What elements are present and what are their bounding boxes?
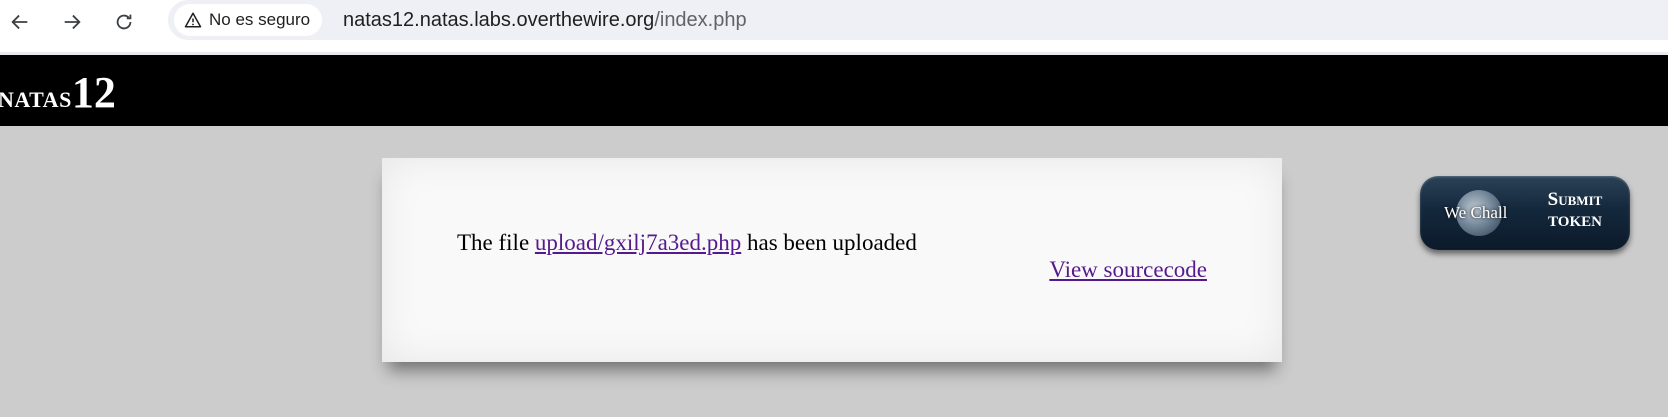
arrow-right-icon bbox=[64, 14, 81, 30]
submit-token-label: Submit TOKEN bbox=[1530, 189, 1620, 233]
message-prefix: The file bbox=[457, 230, 535, 255]
warning-icon bbox=[184, 12, 202, 28]
submit-token-line1: Submit bbox=[1547, 189, 1603, 210]
site-header: NATAS12 bbox=[0, 55, 1668, 126]
url-host: natas12.natas.labs.overthewire.org bbox=[343, 9, 655, 31]
url-text[interactable]: natas12.natas.labs.overthewire.org/index… bbox=[343, 9, 747, 32]
submit-token-button[interactable]: We Chall Submit TOKEN bbox=[1420, 176, 1630, 250]
logo-word: NATAS bbox=[0, 79, 72, 114]
view-sourcecode-link[interactable]: View sourcecode bbox=[1049, 257, 1207, 283]
address-bar[interactable]: No es seguro natas12.natas.labs.overthew… bbox=[168, 0, 1668, 40]
security-label: No es seguro bbox=[209, 10, 311, 29]
reload-icon bbox=[116, 14, 132, 30]
logo-number: 12 bbox=[71, 68, 116, 117]
forward-button[interactable] bbox=[56, 6, 88, 38]
wechall-brand: We Chall bbox=[1444, 203, 1508, 222]
back-button[interactable] bbox=[4, 6, 36, 38]
content-panel: The file upload/gxilj7a3ed.php has been … bbox=[382, 158, 1282, 362]
security-indicator[interactable]: No es seguro bbox=[174, 4, 323, 36]
arrow-left-icon bbox=[11, 14, 28, 30]
url-path: /index.php bbox=[654, 9, 747, 31]
message-suffix: has been uploaded bbox=[741, 230, 917, 255]
uploaded-file-link[interactable]: upload/gxilj7a3ed.php bbox=[535, 230, 741, 255]
reload-button[interactable] bbox=[108, 6, 140, 38]
upload-message: The file upload/gxilj7a3ed.php has been … bbox=[457, 230, 917, 256]
browser-toolbar: No es seguro natas12.natas.labs.overthew… bbox=[0, 0, 1668, 55]
submit-token-line2: TOKEN bbox=[1548, 214, 1602, 230]
site-logo: NATAS12 bbox=[0, 67, 116, 118]
